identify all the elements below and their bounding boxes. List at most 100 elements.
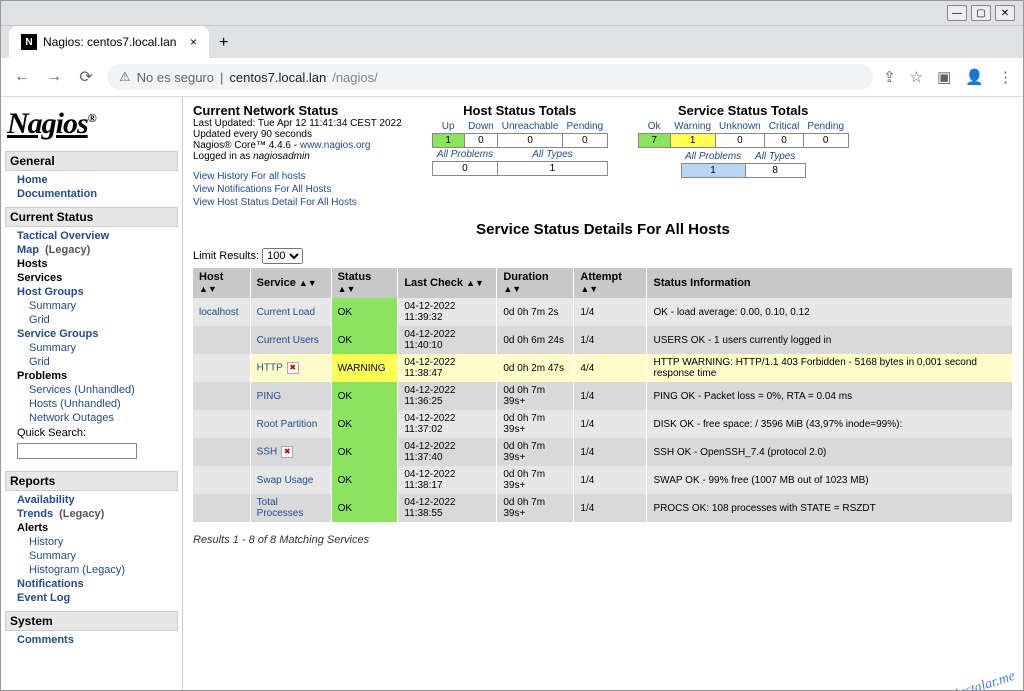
nav-comments[interactable]: Comments xyxy=(17,634,74,646)
back-button[interactable]: ← xyxy=(11,66,33,88)
svc-unknown-count[interactable]: 0 xyxy=(715,134,765,148)
share-icon[interactable]: ⇪ xyxy=(883,68,896,86)
service-link[interactable]: PING xyxy=(257,391,281,402)
reload-button[interactable]: ⟳ xyxy=(75,66,97,88)
new-tab-button[interactable]: + xyxy=(209,28,238,58)
cell-status: OK xyxy=(331,326,398,354)
nav-svc-unhandled[interactable]: Services (Unhandled) xyxy=(29,384,135,396)
nav-notifications[interactable]: Notifications xyxy=(17,578,84,590)
window-minimize[interactable]: — xyxy=(947,5,967,21)
host-link[interactable]: localhost xyxy=(199,307,238,318)
reading-list-icon[interactable]: ▣ xyxy=(937,68,951,86)
nav-home[interactable]: Home xyxy=(17,174,48,186)
forward-button[interactable]: → xyxy=(43,66,65,88)
col-host[interactable]: Host ▲▼ xyxy=(193,268,250,298)
svc-all-problems-header[interactable]: All Problems xyxy=(685,151,741,162)
url-path: /nagios/ xyxy=(332,70,378,85)
nav-map-legacy[interactable]: (Legacy) xyxy=(45,244,90,256)
cell-status: OK xyxy=(331,494,398,522)
watermark: comoinstalar.me xyxy=(924,669,1017,690)
service-link[interactable]: HTTP xyxy=(257,363,283,374)
address-bar[interactable]: ⚠ No es seguro | centos7.local.lan/nagio… xyxy=(107,64,873,90)
svc-all-types-header[interactable]: All Types xyxy=(755,151,795,162)
nav-service-groups[interactable]: Service Groups xyxy=(17,328,98,340)
nav-availability[interactable]: Availability xyxy=(17,494,75,506)
service-link[interactable]: Root Partition xyxy=(257,419,318,430)
svc-warning-count[interactable]: 1 xyxy=(670,134,715,148)
col-duration[interactable]: Duration ▲▼ xyxy=(497,268,574,298)
link-view-history[interactable]: View History For all hosts xyxy=(193,171,306,182)
disabled-notification-icon[interactable]: ✖ xyxy=(287,362,299,374)
host-up-header[interactable]: Up xyxy=(442,121,455,132)
svc-pending-count[interactable]: 0 xyxy=(803,134,848,148)
nav-event-log[interactable]: Event Log xyxy=(17,592,70,604)
bookmark-icon[interactable]: ☆ xyxy=(910,68,923,86)
nav-host-groups[interactable]: Host Groups xyxy=(17,286,84,298)
nagios-org-link[interactable]: www.nagios.org xyxy=(300,140,371,151)
host-all-types-header[interactable]: All Types xyxy=(532,149,572,160)
nav-hg-grid[interactable]: Grid xyxy=(29,314,50,326)
svc-critical-header[interactable]: Critical xyxy=(769,121,800,132)
profile-icon[interactable]: 👤 xyxy=(965,68,984,86)
svc-unknown-header[interactable]: Unknown xyxy=(719,121,761,132)
limit-select[interactable]: 100 xyxy=(262,248,303,264)
host-down-header[interactable]: Down xyxy=(468,121,494,132)
nav-hg-summary[interactable]: Summary xyxy=(29,300,76,312)
nav-trends-legacy[interactable]: (Legacy) xyxy=(59,508,104,520)
col-info[interactable]: Status Information xyxy=(647,268,1013,298)
nav-alerts-summary[interactable]: Summary xyxy=(29,550,76,562)
cell-host xyxy=(193,354,250,382)
svc-critical-count[interactable]: 0 xyxy=(765,134,804,148)
nav-hosts-unhandled[interactable]: Hosts (Unhandled) xyxy=(29,398,121,410)
nav-alerts-histogram[interactable]: Histogram (Legacy) xyxy=(29,564,125,576)
host-pending-count[interactable]: 0 xyxy=(562,134,607,148)
col-attempt[interactable]: Attempt ▲▼ xyxy=(574,268,647,298)
col-last-check[interactable]: Last Check ▲▼ xyxy=(398,268,497,298)
nav-map[interactable]: Map xyxy=(17,244,39,256)
browser-tab[interactable]: N Nagios: centos7.local.lan × xyxy=(9,26,209,58)
window-maximize[interactable]: ▢ xyxy=(971,5,991,21)
disabled-notification-icon[interactable]: ✖ xyxy=(281,446,293,458)
service-link[interactable]: SSH xyxy=(257,447,278,458)
host-all-problems-count[interactable]: 0 xyxy=(432,162,498,176)
nav-hosts[interactable]: Hosts xyxy=(5,257,178,271)
cell-info: USERS OK - 1 users currently logged in xyxy=(647,326,1013,354)
col-service[interactable]: Service ▲▼ xyxy=(250,268,331,298)
host-up-count[interactable]: 1 xyxy=(432,134,464,148)
nav-problems[interactable]: Problems xyxy=(5,369,178,383)
nav-sg-grid[interactable]: Grid xyxy=(29,356,50,368)
svc-warning-header[interactable]: Warning xyxy=(674,121,711,132)
host-unreachable-count[interactable]: 0 xyxy=(498,134,563,148)
host-pending-header[interactable]: Pending xyxy=(566,121,603,132)
svc-all-problems-count[interactable]: 1 xyxy=(681,164,745,178)
service-link[interactable]: Current Load xyxy=(257,307,315,318)
host-down-count[interactable]: 0 xyxy=(464,134,498,148)
host-all-types-count[interactable]: 1 xyxy=(498,162,607,176)
service-link[interactable]: Current Users xyxy=(257,335,319,346)
table-row: localhost Current Load OK 04-12-2022 11:… xyxy=(193,298,1013,326)
svc-pending-header[interactable]: Pending xyxy=(807,121,844,132)
nav-tactical[interactable]: Tactical Overview xyxy=(17,230,109,242)
nav-sg-summary[interactable]: Summary xyxy=(29,342,76,354)
nav-alerts[interactable]: Alerts xyxy=(5,521,178,535)
nav-services[interactable]: Services xyxy=(5,271,178,285)
tab-close-icon[interactable]: × xyxy=(190,35,197,49)
svc-all-types-count[interactable]: 8 xyxy=(745,164,805,178)
service-link[interactable]: Total Processes xyxy=(257,497,304,519)
menu-icon[interactable]: ⋮ xyxy=(998,68,1013,86)
host-all-problems-header[interactable]: All Problems xyxy=(437,149,493,160)
window-close[interactable]: ✕ xyxy=(995,5,1015,21)
host-unreachable-header[interactable]: Unreachable xyxy=(502,121,559,132)
nav-trends[interactable]: Trends xyxy=(17,508,53,520)
service-link[interactable]: Swap Usage xyxy=(257,475,314,486)
link-view-host-detail[interactable]: View Host Status Detail For All Hosts xyxy=(193,197,357,208)
link-view-notifications[interactable]: View Notifications For All Hosts xyxy=(193,184,331,195)
nav-documentation[interactable]: Documentation xyxy=(17,188,97,200)
nav-network-outages[interactable]: Network Outages xyxy=(29,412,114,424)
svc-ok-header[interactable]: Ok xyxy=(648,121,661,132)
svc-ok-count[interactable]: 7 xyxy=(638,134,670,148)
quick-search-input[interactable] xyxy=(17,443,137,459)
col-status[interactable]: Status ▲▼ xyxy=(331,268,398,298)
nav-header-system: System xyxy=(5,611,178,631)
nav-alerts-history[interactable]: History xyxy=(29,536,63,548)
